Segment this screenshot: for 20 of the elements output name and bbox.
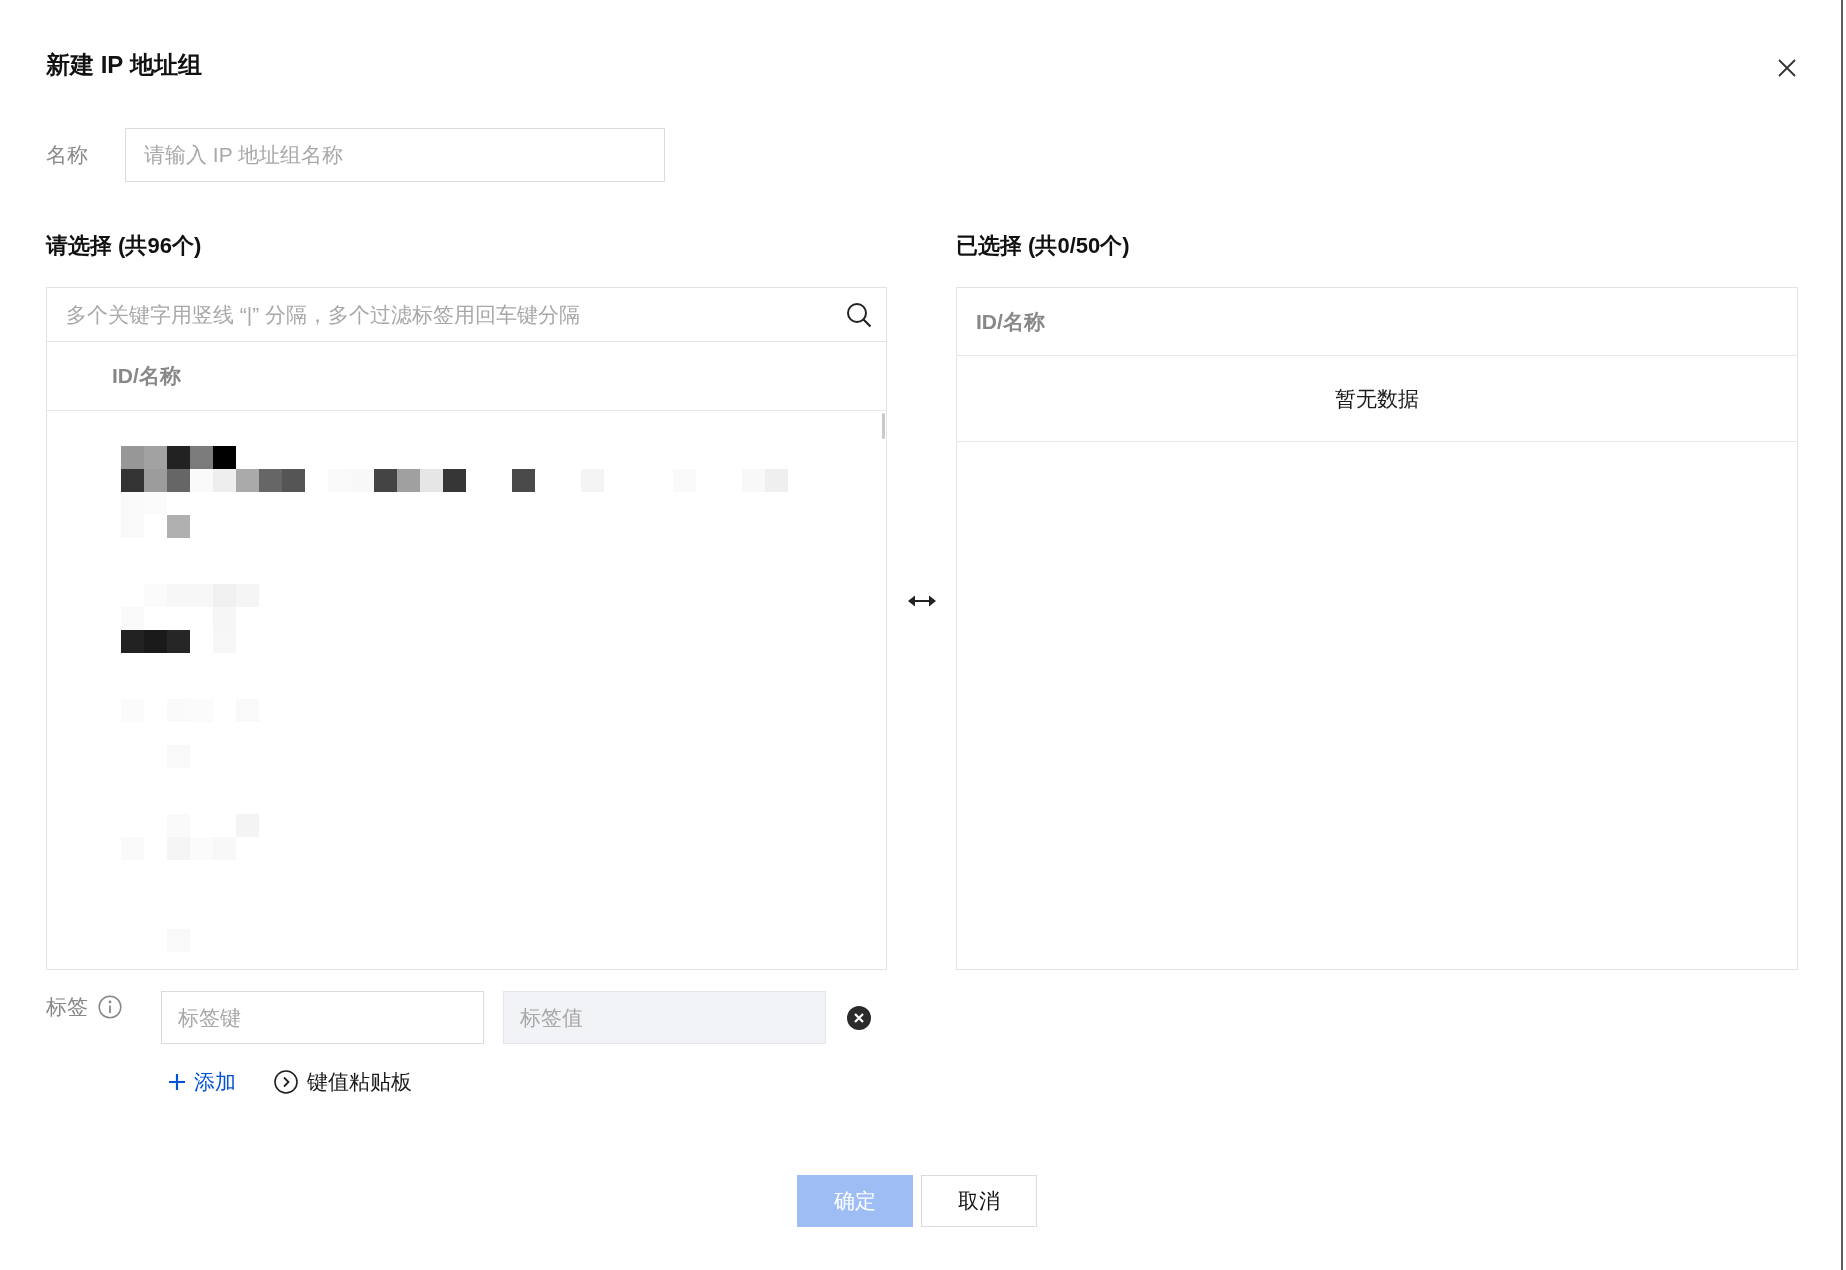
tag-key-field[interactable]: 标签键	[161, 991, 484, 1044]
dialog-title: 新建 IP 地址组	[46, 50, 202, 80]
search-icon[interactable]	[846, 302, 872, 328]
plus-icon	[168, 1073, 186, 1091]
column-header: ID/名称	[112, 363, 181, 389]
close-icon[interactable]	[1778, 59, 1796, 77]
paste-board-link[interactable]: 键值粘贴板	[274, 1067, 412, 1097]
column-header: ID/名称	[976, 308, 1045, 335]
clear-icon[interactable]	[847, 1005, 871, 1030]
tag-label: 标签	[46, 994, 88, 1020]
available-title: 请选择 (共96个)	[46, 232, 203, 260]
selected-title: 已选择 (共0/50个)	[956, 232, 1131, 260]
add-tag-link[interactable]: 添加	[168, 1067, 236, 1097]
empty-text: 暂无数据	[1335, 385, 1419, 412]
info-icon[interactable]	[98, 995, 122, 1019]
name-label: 名称	[46, 142, 89, 168]
swap-arrows-icon	[907, 595, 936, 607]
cancel-button[interactable]: 取消	[921, 1175, 1037, 1227]
name-input-field[interactable]: 请输入 IP 地址组名称	[125, 128, 665, 182]
chevron-circle-icon	[274, 1070, 298, 1094]
